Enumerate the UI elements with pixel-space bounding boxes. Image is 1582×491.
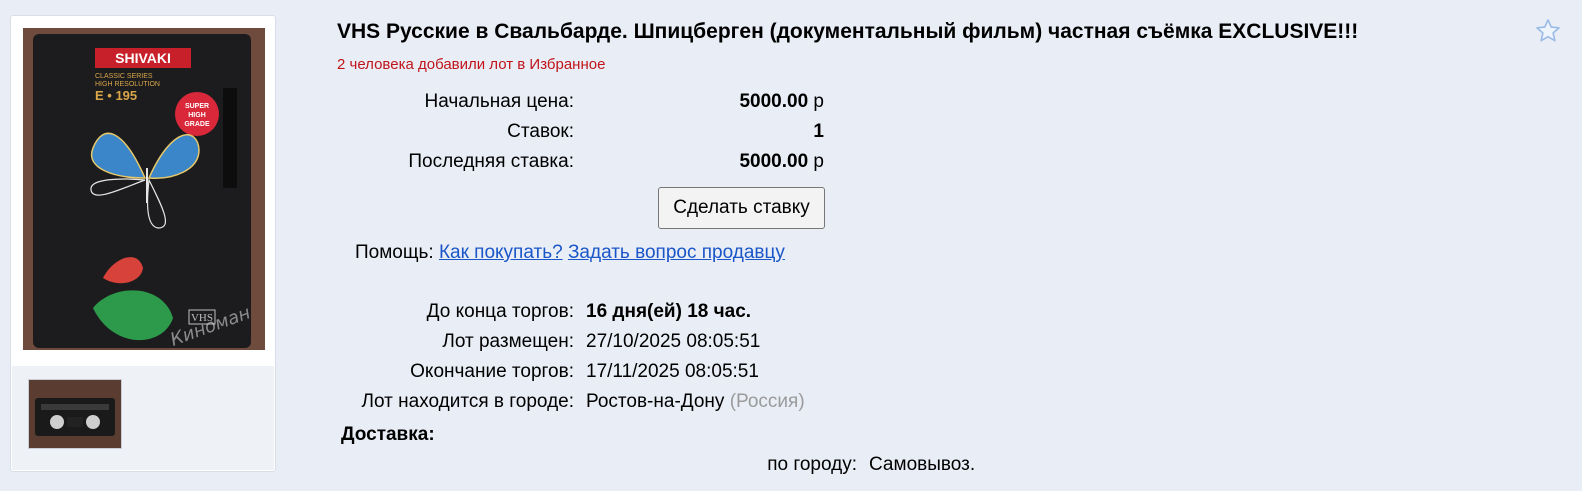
lot-title: VHS Русские в Свальбарде. Шпицберген (до… [337,20,1359,43]
start-price-value: 5000.00 [739,91,809,112]
city-label: Лот находится в городе: [361,391,574,412]
photo-gallery: SHIVAKI CLASSIC SERIES HIGH RESOLUTION E… [10,15,276,472]
city-value: Ростов-на-Дону [586,391,725,412]
delivery-heading: Доставка: [341,424,435,445]
badge-line-1: SUPER [185,103,209,110]
ask-seller-link[interactable]: Задать вопрос продавцу [568,242,785,263]
currency-symbol: р [813,151,824,172]
resolution-text: HIGH RESOLUTION [95,81,160,88]
city-row: Ростов-на-Дону (Россия) [586,391,805,413]
main-lot-photo[interactable]: SHIVAKI CLASSIC SERIES HIGH RESOLUTION E… [23,28,265,350]
thumbnail-1[interactable] [28,379,122,449]
badge-line-2: HIGH [188,112,206,119]
delivery-city-value: Самовывоз. [869,454,976,475]
posted-value: 27/10/2025 08:05:51 [586,331,761,352]
start-price-label: Начальная цена: [424,91,574,112]
how-to-buy-link[interactable]: Как покупать? [439,242,563,263]
end-date-value: 17/11/2025 08:05:51 [586,361,759,382]
last-bid-value: 5000.00 [739,151,809,172]
last-bid: 5000.00 р [739,151,824,173]
last-bid-label: Последняя ставка: [408,151,574,172]
vhs-thumbnail-image [29,380,121,448]
ends-in-value: 16 дня(ей) 18 час. [586,301,752,322]
ends-in-label: До конца торгов: [426,301,574,322]
bids-count: 1 [813,121,824,142]
currency-symbol: р [813,91,824,112]
help-label: Помощь: [355,242,434,263]
badge-line-3: GRADE [184,121,210,128]
bids-label: Ставок: [507,121,574,142]
brand-text: SHIVAKI [115,50,171,66]
add-to-favorites-star-icon[interactable] [1534,17,1562,45]
country-value: (Россия) [729,391,805,412]
series-text: CLASSIC SERIES [95,73,153,80]
posted-label: Лот размещен: [442,331,574,352]
end-date-label: Окончание торгов: [410,361,574,382]
help-row: Помощь: Как покупать? Задать вопрос прод… [355,242,785,264]
vhs-cassette-image: SHIVAKI CLASSIC SERIES HIGH RESOLUTION E… [23,28,265,350]
thumbnail-strip [12,366,274,470]
place-bid-button[interactable]: Сделать ставку [658,187,825,229]
delivery-city-label: по городу: [767,454,857,475]
start-price: 5000.00 р [739,91,824,113]
favorites-count-note: 2 человека добавили лот в Избранное [337,56,606,73]
model-text: E • 195 [95,88,137,103]
